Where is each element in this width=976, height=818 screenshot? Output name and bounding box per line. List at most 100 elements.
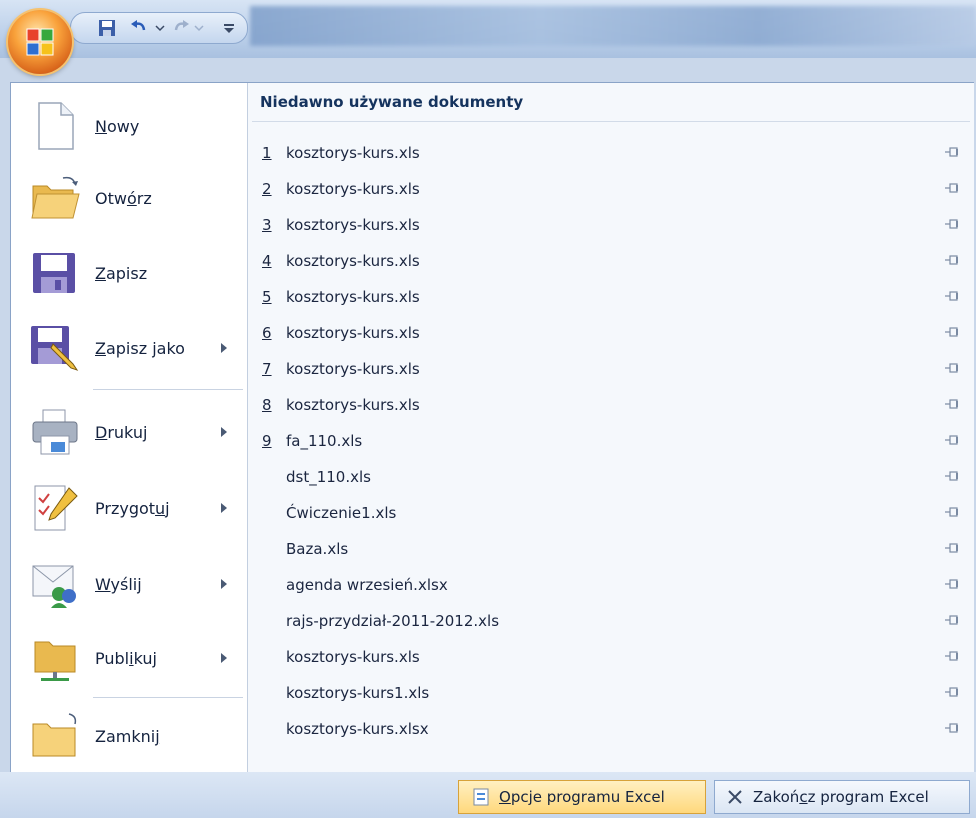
- recent-document-item[interactable]: Baza.xls: [248, 531, 974, 567]
- recent-document-number: 7: [262, 360, 272, 378]
- pin-icon[interactable]: [944, 217, 962, 231]
- recent-document-number: 5: [262, 288, 272, 306]
- recent-document-name: kosztorys-kurs.xls: [286, 216, 420, 234]
- pin-icon[interactable]: [944, 541, 962, 555]
- menu-item-label: Przygotuj: [95, 498, 170, 518]
- menu-item-save[interactable]: Zapisz: [11, 238, 247, 308]
- pin-icon[interactable]: [944, 649, 962, 663]
- recent-document-item[interactable]: 3 kosztorys-kurs.xls: [248, 207, 974, 243]
- close-folder-icon: [32, 713, 77, 757]
- recent-document-item[interactable]: kosztorys-kurs.xlsx: [248, 711, 974, 747]
- new-document-icon: [38, 102, 74, 150]
- pin-icon[interactable]: [944, 469, 962, 483]
- pin-icon[interactable]: [944, 433, 962, 447]
- save-icon: [33, 253, 75, 293]
- menu-item-print[interactable]: Drukuj: [11, 397, 247, 467]
- exit-excel-label: Zakończ program Excel: [753, 788, 929, 806]
- recent-document-name: kosztorys-kurs.xls: [286, 252, 420, 270]
- recent-document-name: rajs-przydział-2011-2012.xls: [286, 612, 500, 630]
- office-menu: Nowy Otwórz Zapisz Zapisz jako Drukuj Pr…: [10, 82, 974, 774]
- pin-icon[interactable]: [944, 325, 962, 339]
- recent-document-name: agenda wrzesień.xlsx: [286, 576, 448, 594]
- recent-document-item[interactable]: kosztorys-kurs1.xls: [248, 675, 974, 711]
- recent-document-number: 9: [262, 432, 272, 450]
- pin-icon[interactable]: [944, 613, 962, 627]
- menu-item-label: Nowy: [95, 116, 140, 136]
- recent-document-item[interactable]: 6 kosztorys-kurs.xls: [248, 315, 974, 351]
- menu-item-prepare[interactable]: Przygotuj: [11, 473, 247, 543]
- publish-folder-icon: [34, 641, 76, 681]
- pin-icon[interactable]: [944, 361, 962, 375]
- save-as-icon: [31, 326, 79, 371]
- printer-icon: [32, 409, 78, 455]
- office-logo-icon: [26, 28, 54, 56]
- undo-dropdown-icon[interactable]: [155, 17, 165, 39]
- recent-documents-panel: Niedawno używane dokumenty 1 kosztorys-ku…: [247, 83, 974, 773]
- office-button[interactable]: [8, 10, 72, 74]
- submenu-arrow-icon: [221, 343, 227, 353]
- recent-document-item[interactable]: 1 kosztorys-kurs.xls: [248, 135, 974, 171]
- menu-item-close[interactable]: Zamknij: [11, 701, 247, 771]
- recent-document-number: 4: [262, 252, 272, 270]
- recent-document-name: kosztorys-kurs1.xls: [286, 684, 430, 702]
- open-folder-icon: [31, 176, 80, 219]
- menu-item-label: Zamknij: [95, 726, 160, 746]
- undo-icon[interactable]: [129, 17, 149, 39]
- pin-icon[interactable]: [944, 145, 962, 159]
- pin-icon[interactable]: [944, 181, 962, 195]
- recent-document-item[interactable]: agenda wrzesień.xlsx: [248, 567, 974, 603]
- customize-qat-icon[interactable]: [221, 17, 237, 39]
- menu-item-new[interactable]: Nowy: [11, 91, 247, 161]
- recent-document-name: kosztorys-kurs.xls: [286, 396, 420, 414]
- menu-item-label: Publikuj: [95, 648, 157, 668]
- recent-document-name: kosztorys-kurs.xls: [286, 180, 420, 198]
- recent-document-item[interactable]: 5 kosztorys-kurs.xls: [248, 279, 974, 315]
- menu-item-save-as[interactable]: Zapisz jako: [11, 313, 247, 383]
- menu-item-send[interactable]: Wyślij: [11, 549, 247, 619]
- recent-documents-title: Niedawno używane dokumenty: [260, 93, 524, 111]
- menu-separator: [93, 389, 243, 390]
- quick-access-toolbar: [70, 12, 248, 44]
- pin-icon[interactable]: [944, 577, 962, 591]
- recent-document-item[interactable]: 4 kosztorys-kurs.xls: [248, 243, 974, 279]
- recent-document-number: 2: [262, 180, 272, 198]
- pin-icon[interactable]: [944, 505, 962, 519]
- close-x-icon: [728, 790, 742, 804]
- pin-icon[interactable]: [944, 397, 962, 411]
- recent-document-item[interactable]: 8 kosztorys-kurs.xls: [248, 387, 974, 423]
- save-icon[interactable]: [97, 17, 117, 39]
- recent-document-number: 8: [262, 396, 272, 414]
- options-document-icon: [473, 788, 489, 806]
- pin-icon[interactable]: [944, 721, 962, 735]
- send-icon: [32, 565, 76, 608]
- recent-document-item[interactable]: dst_110.xls: [248, 459, 974, 495]
- menu-separator: [93, 697, 243, 698]
- recent-document-name: kosztorys-kurs.xls: [286, 648, 420, 666]
- menu-item-open[interactable]: Otwórz: [11, 163, 247, 233]
- recent-document-number: 1: [262, 144, 272, 162]
- recent-document-item[interactable]: kosztorys-kurs.xls: [248, 639, 974, 675]
- recent-document-number: 3: [262, 216, 272, 234]
- recent-document-item[interactable]: 2 kosztorys-kurs.xls: [248, 171, 974, 207]
- pin-icon[interactable]: [944, 253, 962, 267]
- submenu-arrow-icon: [221, 427, 227, 437]
- menu-item-label: Drukuj: [95, 422, 148, 442]
- pin-icon[interactable]: [944, 289, 962, 303]
- prepare-pen-icon: [34, 485, 78, 531]
- recent-document-item[interactable]: 7 kosztorys-kurs.xls: [248, 351, 974, 387]
- recent-document-item[interactable]: Ćwiczenie1.xls: [248, 495, 974, 531]
- exit-excel-button[interactable]: Zakończ program Excel: [714, 780, 970, 814]
- excel-options-button[interactable]: Opcje programu Excel: [458, 780, 706, 814]
- recent-document-item[interactable]: rajs-przydział-2011-2012.xls: [248, 603, 974, 639]
- excel-options-label: Opcje programu Excel: [499, 788, 665, 806]
- window-title-blurred: [250, 6, 976, 46]
- recent-document-name: kosztorys-kurs.xls: [286, 324, 420, 342]
- menu-item-publish[interactable]: Publikuj: [11, 623, 247, 693]
- redo-icon[interactable]: [171, 17, 205, 39]
- menu-item-label: Zapisz: [95, 263, 148, 283]
- submenu-arrow-icon: [221, 503, 227, 513]
- recent-document-name: kosztorys-kurs.xlsx: [286, 720, 429, 738]
- pin-icon[interactable]: [944, 685, 962, 699]
- recent-document-name: dst_110.xls: [286, 468, 371, 486]
- recent-document-item[interactable]: 9 fa_110.xls: [248, 423, 974, 459]
